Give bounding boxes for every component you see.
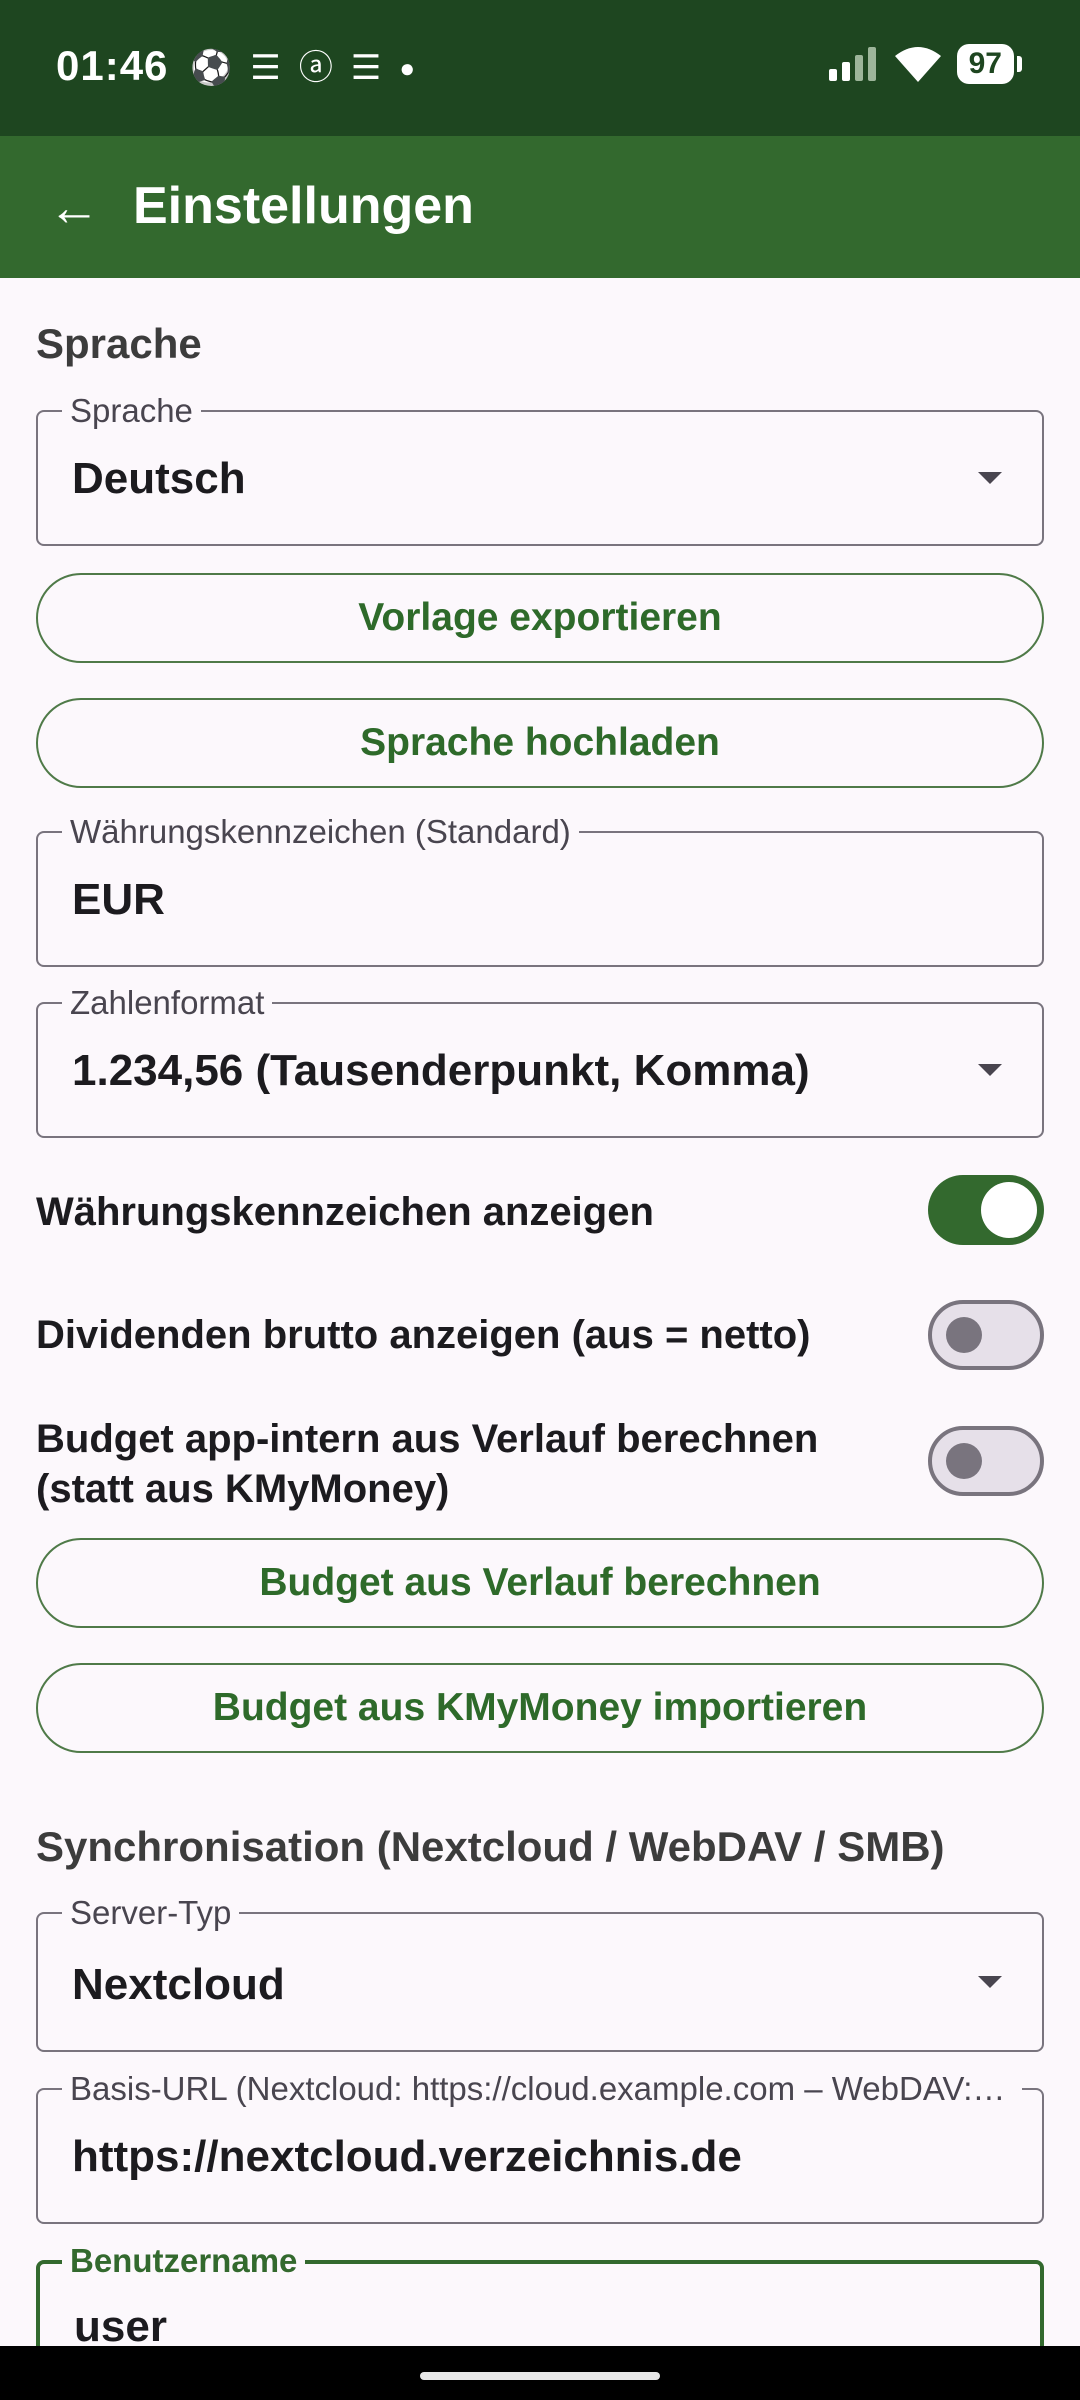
currency-input[interactable]: Währungskennzeichen (Standard) EUR [36, 813, 1044, 967]
field-value: Deutsch [72, 454, 246, 503]
export-template-button[interactable]: Vorlage exportieren [36, 573, 1044, 663]
toggle-label: Währungskennzeichen anzeigen [36, 1190, 654, 1234]
app-bar: ← Einstellungen [0, 136, 1080, 278]
field-label: Währungskennzeichen (Standard) [62, 813, 579, 851]
dropdown-arrow-icon [978, 1976, 1002, 1988]
amazon-icon: ⓐ [298, 49, 333, 87]
home-gesture-handle[interactable] [420, 2372, 660, 2380]
toggle-label: Dividenden brutto anzeigen (aus = netto) [36, 1313, 811, 1357]
stack-icon: ☰ [250, 49, 281, 87]
field-label: Server-Typ [62, 1894, 240, 1932]
username-input[interactable]: Benutzername user [36, 2242, 1044, 2346]
base-url-input[interactable]: Basis-URL (Nextcloud: https://cloud.exam… [36, 2070, 1044, 2224]
gross-dividends-row: Dividenden brutto anzeigen (aus = netto) [36, 1300, 1044, 1370]
language-select[interactable]: Sprache Deutsch [36, 392, 1044, 546]
page-title: Einstellungen [133, 177, 474, 235]
server-type-select[interactable]: Server-Typ Nextcloud [36, 1894, 1044, 2052]
show-currency-row: Währungskennzeichen anzeigen [36, 1175, 1044, 1245]
arrow-left-icon[interactable]: ← [38, 172, 110, 244]
section-heading-sync: Synchronisation (Nextcloud / WebDAV / SM… [36, 1823, 945, 1870]
budget-internal-row: Budget app-intern aus Verlauf berechnen … [36, 1414, 1044, 1514]
field-value: Nextcloud [72, 1960, 285, 2009]
number-format-select[interactable]: Zahlenformat 1.234,56 (Tausenderpunkt, K… [36, 984, 1044, 1138]
show-currency-switch[interactable] [928, 1175, 1044, 1245]
dropdown-arrow-icon [978, 1064, 1002, 1076]
field-value: EUR [72, 875, 165, 924]
upload-language-button[interactable]: Sprache hochladen [36, 698, 1044, 788]
budget-from-history-button[interactable]: Budget aus Verlauf berechnen [36, 1538, 1044, 1628]
field-value: 1.234,56 (Tausenderpunkt, Komma) [72, 1046, 810, 1095]
field-label: Zahlenformat [62, 984, 273, 1022]
battery-indicator: 97 [956, 44, 1023, 84]
signal-icon [828, 47, 876, 81]
dot-icon: ● [399, 53, 416, 83]
budget-import-button[interactable]: Budget aus KMyMoney importieren [36, 1663, 1044, 1753]
toggle-label: Budget app-intern aus Verlauf berechnen … [36, 1417, 819, 1511]
dropdown-arrow-icon [978, 472, 1002, 484]
field-value: user [74, 2302, 167, 2346]
gross-dividends-switch[interactable] [928, 1300, 1044, 1370]
switch-knob [946, 1443, 982, 1479]
notification-icons: ⚽ ☰ ⓐ ☰ ● [190, 48, 415, 88]
field-label: Benutzername [62, 2242, 306, 2280]
field-label: Basis-URL (Nextcloud: https://cloud.exam… [62, 2070, 1022, 2108]
field-label: Sprache [62, 392, 201, 430]
settings-content[interactable]: Sprache Sprache Deutsch Vorlage exportie… [0, 278, 1080, 2346]
navigation-bar [0, 2346, 1080, 2400]
stack-icon: ☰ [350, 49, 382, 87]
status-time: 01:46 [56, 42, 169, 89]
wifi-icon [894, 47, 941, 82]
status-bar: 01:46 ⚽ ☰ ⓐ ☰ ● 97 [0, 0, 1080, 136]
status-right: 97 [828, 44, 1023, 84]
switch-knob [981, 1182, 1037, 1238]
soccer-ball-icon: ⚽ [190, 49, 233, 87]
field-value: https://nextcloud.verzeichnis.de [72, 2132, 742, 2181]
section-heading-language: Sprache [36, 320, 202, 367]
switch-knob [946, 1317, 982, 1353]
budget-internal-switch[interactable] [928, 1426, 1044, 1496]
